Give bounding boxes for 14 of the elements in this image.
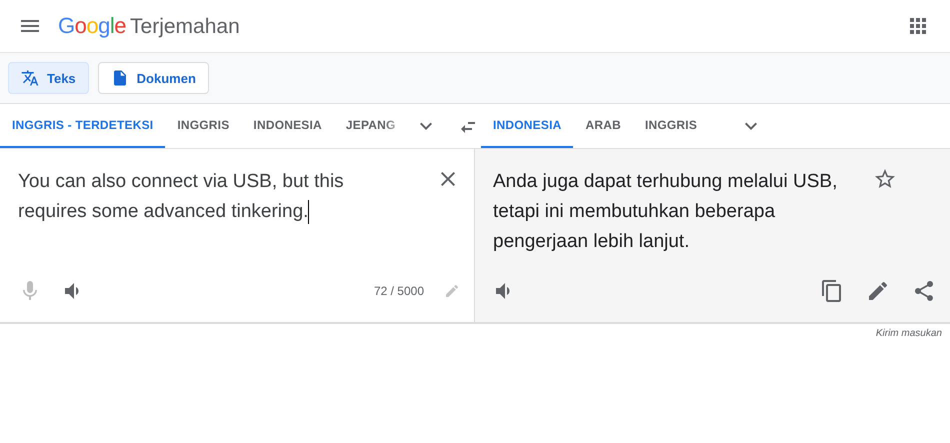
product-title: Terjemahan [130,15,240,39]
mode-button[interactable]: Teks [8,62,89,94]
language-tab[interactable]: INGGRIS [165,104,242,148]
source-text-input[interactable]: You can also connect via USB, but this requires some advanced tinkering. [18,167,416,227]
language-tab[interactable]: INGGRIS [632,104,710,148]
feedback-link[interactable]: Kirim masukan [868,324,950,343]
character-count: 72 / 5000 [374,284,424,298]
language-tab[interactable]: ARAB [573,104,633,148]
language-tab[interactable]: JEPANG [334,104,406,148]
language-tab[interactable]: INDONESIA [241,104,334,148]
mode-button[interactable]: Dokumen [98,62,209,94]
translation-text: Anda juga dapat terhubung melalui USB, tetapi ini membutuhkan beberapa pengerjaan lebih lanjut. [493,170,838,254]
language-tab[interactable]: INGGRIS - TERDETEKSI [0,104,166,148]
google-logo[interactable]: Google [58,13,126,39]
